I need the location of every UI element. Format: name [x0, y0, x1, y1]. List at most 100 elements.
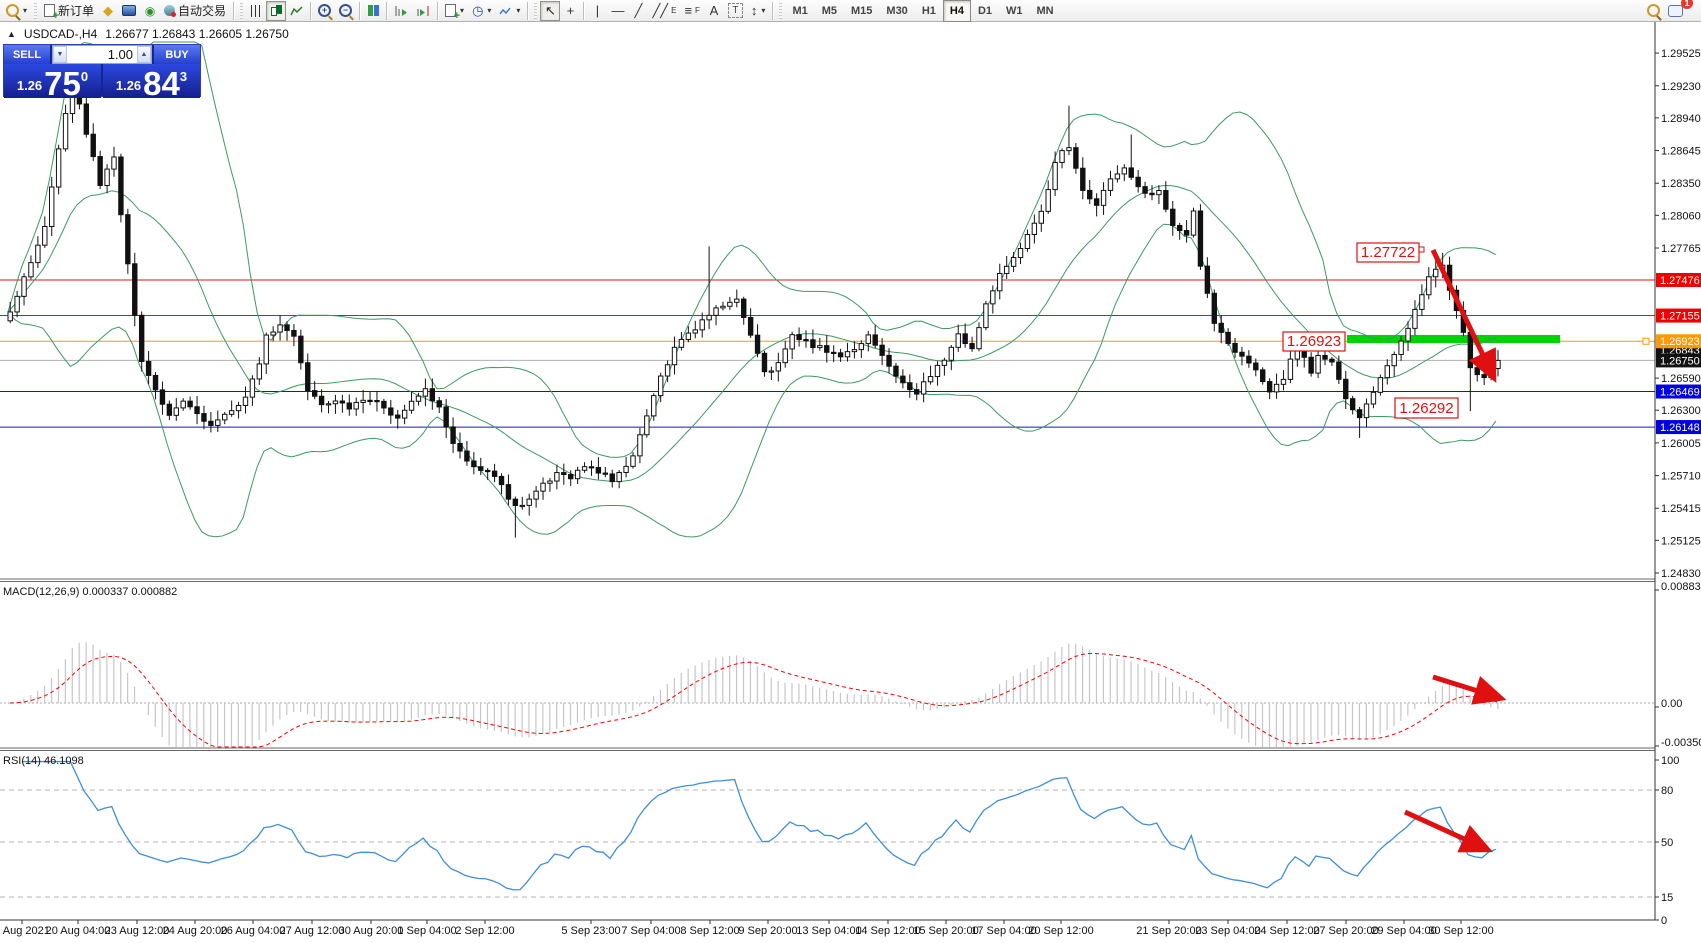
sell-price-display[interactable]: 1.26 75 0	[4, 64, 101, 98]
toolbar-separator	[527, 2, 528, 20]
templates-button[interactable]: ▾	[495, 1, 524, 21]
buy-button[interactable]: BUY	[154, 45, 200, 64]
svg-text:20 Aug 04:00: 20 Aug 04:00	[46, 925, 111, 937]
candlestick-chart-icon	[271, 5, 282, 17]
svg-text:21 Sep 20:00: 21 Sep 20:00	[1136, 925, 1201, 937]
svg-text:1.26590: 1.26590	[1661, 373, 1701, 385]
timeframe-m30[interactable]: M30	[879, 0, 914, 22]
toolbar-separator	[583, 2, 584, 20]
volume-decrease-button[interactable]: ▼	[53, 46, 67, 63]
zoom-in-icon: +	[318, 4, 331, 17]
svg-text:1.29230: 1.29230	[1661, 81, 1701, 93]
toolbar-grip	[779, 3, 782, 19]
bar-chart-button[interactable]	[246, 1, 266, 21]
zoom-in-button[interactable]: +	[314, 1, 335, 21]
cursor-icon: ↖	[545, 4, 556, 17]
svg-text:23 Aug 12:00: 23 Aug 12:00	[105, 925, 170, 937]
sell-button[interactable]: SELL	[4, 45, 50, 64]
volume-input[interactable]: 1.00	[67, 46, 137, 63]
svg-text:1.27476: 1.27476	[1660, 275, 1700, 287]
volume-increase-button[interactable]: ▲	[137, 46, 151, 63]
terminal-icon	[122, 5, 136, 16]
vertical-line-icon: |	[596, 4, 599, 17]
candlestick-series	[8, 61, 1500, 537]
svg-text:-0.003509: -0.003509	[1661, 737, 1701, 749]
chart-shift-button[interactable]	[412, 1, 434, 21]
text-tool-button[interactable]: A	[704, 1, 724, 21]
timeframe-m1[interactable]: M1	[785, 0, 814, 22]
bollinger-bands	[8, 42, 1496, 537]
arrows-tool-icon: ↕	[751, 4, 758, 17]
svg-text:1.26292: 1.26292	[1399, 400, 1453, 417]
autotrading-button[interactable]: 自动交易	[160, 1, 230, 21]
metaeditor-button[interactable]: ◆	[98, 1, 118, 21]
search-button[interactable]	[1643, 1, 1664, 21]
crosshair-icon: +	[567, 4, 575, 17]
timeframe-mn[interactable]: MN	[1030, 0, 1061, 22]
volume-control: ▼ 1.00 ▲	[52, 45, 152, 64]
vertical-line-tool-button[interactable]: |	[587, 1, 607, 21]
rsi-label: RSI(14) 46.1098	[3, 755, 84, 767]
zoom-out-button[interactable]: −	[335, 1, 356, 21]
profiles-icon: ◷	[472, 4, 483, 17]
new-chart-button[interactable]: ▾	[441, 1, 468, 21]
channel-icon: ╱╱	[652, 4, 668, 17]
svg-text:1.26300: 1.26300	[1661, 405, 1701, 417]
svg-text:26 Aug 04:00: 26 Aug 04:00	[221, 925, 286, 937]
new-order-button[interactable]: 新订单	[40, 1, 98, 21]
new-chart-icon	[445, 4, 456, 17]
svg-text:2 Sep 12:00: 2 Sep 12:00	[455, 925, 514, 937]
symbol-collapse-icon[interactable]: ▲	[7, 29, 16, 39]
trendline-tool-button[interactable]: ╱	[628, 1, 648, 21]
hline-anchor-marker	[1643, 338, 1649, 344]
crosshair-tool-button[interactable]: +	[560, 1, 580, 21]
cursor-tool-button[interactable]: ↖	[540, 1, 560, 21]
macd-signal-line	[10, 653, 1498, 747]
svg-text:17 Sep 04:00: 17 Sep 04:00	[971, 925, 1036, 937]
chart-canvas[interactable]: 1.295251.292301.289401.286451.283501.280…	[0, 0, 1701, 943]
buy-price-display[interactable]: 1.26 84 3	[103, 64, 200, 98]
sell-price-sup: 0	[81, 69, 88, 84]
timeframe-w1[interactable]: W1	[999, 0, 1030, 22]
svg-text:1.26750: 1.26750	[1660, 355, 1700, 367]
svg-text:100: 100	[1661, 755, 1679, 767]
auto-scroll-button[interactable]	[390, 1, 412, 21]
arrows-tool-button[interactable]: ↕▾	[747, 1, 770, 21]
svg-text:30 Sep 12:00: 30 Sep 12:00	[1428, 925, 1493, 937]
svg-text:1.28940: 1.28940	[1661, 113, 1701, 125]
svg-text:24 Aug 20:00: 24 Aug 20:00	[163, 925, 228, 937]
fibonacci-sub: F	[695, 6, 700, 15]
channel-tool-button[interactable]: ╱╱E	[648, 1, 680, 21]
timeframe-m5[interactable]: M5	[815, 0, 844, 22]
timeframe-bar: M1M5M15M30H1H4D1W1MN	[785, 0, 1060, 22]
chevron-down-icon: ▾	[23, 6, 27, 15]
svg-text:24 Sep 12:00: 24 Sep 12:00	[1254, 925, 1319, 937]
chevron-down-icon: ▾	[460, 6, 464, 15]
timeframe-h4[interactable]: H4	[943, 0, 971, 22]
terminal-button[interactable]	[118, 1, 140, 21]
timeframe-d1[interactable]: D1	[971, 0, 999, 22]
candlestick-chart-button[interactable]	[266, 1, 286, 21]
timeframe-m15[interactable]: M15	[844, 0, 879, 22]
text-label-tool-button[interactable]: T	[724, 1, 747, 21]
chevron-down-icon: ▾	[516, 6, 520, 15]
symbol-search-button[interactable]: ▾	[2, 1, 31, 21]
trendline-icon: ╱	[635, 4, 643, 17]
pane-frames	[0, 22, 1655, 920]
signals-button[interactable]: ◉	[140, 1, 160, 21]
notifications-button[interactable]: 1	[1664, 1, 1687, 21]
line-chart-button[interactable]	[286, 1, 307, 21]
chevron-down-icon: ▾	[487, 6, 491, 15]
timeframe-h1[interactable]: H1	[915, 0, 943, 22]
fibonacci-tool-button[interactable]: ≡F	[680, 1, 703, 21]
autotrading-label: 自动交易	[178, 2, 226, 19]
tile-windows-button[interactable]	[363, 1, 383, 21]
rsi-line	[22, 762, 1496, 890]
svg-text:20 Sep 12:00: 20 Sep 12:00	[1028, 925, 1093, 937]
profiles-button[interactable]: ◷▾	[468, 1, 495, 21]
svg-text:1.26005: 1.26005	[1661, 438, 1701, 450]
fibonacci-icon: ≡	[684, 4, 692, 17]
svg-text:14 Sep 12:00: 14 Sep 12:00	[855, 925, 920, 937]
svg-text:30 Aug 20:00: 30 Aug 20:00	[339, 925, 404, 937]
horizontal-line-tool-button[interactable]: —	[607, 1, 628, 21]
